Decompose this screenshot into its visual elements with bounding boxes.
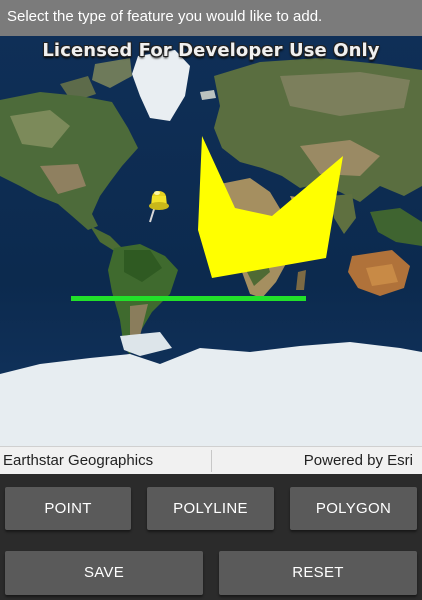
point-button[interactable]: POINT <box>5 487 131 530</box>
pushpin-icon <box>149 191 169 223</box>
reset-button[interactable]: RESET <box>219 551 417 595</box>
instruction-bar: Select the type of feature you would lik… <box>0 0 422 36</box>
save-button[interactable]: SAVE <box>5 551 203 595</box>
imagery-source-text: Earthstar Geographics <box>3 452 154 469</box>
developer-watermark: Licensed For Developer Use Only <box>42 40 380 61</box>
feature-overlay <box>71 136 343 301</box>
polygon-feature <box>198 136 343 278</box>
map-view[interactable] <box>0 36 422 446</box>
polyline-button[interactable]: POLYLINE <box>147 487 274 530</box>
instruction-text: Select the type of feature you would lik… <box>7 8 323 25</box>
polygon-button[interactable]: POLYGON <box>290 487 417 530</box>
powered-by-text: Powered by Esri <box>303 452 413 469</box>
polyline-feature <box>71 296 306 301</box>
attribution-divider <box>211 450 212 472</box>
map-attribution-bar: Earthstar Geographics Powered by Esri <box>0 446 422 474</box>
